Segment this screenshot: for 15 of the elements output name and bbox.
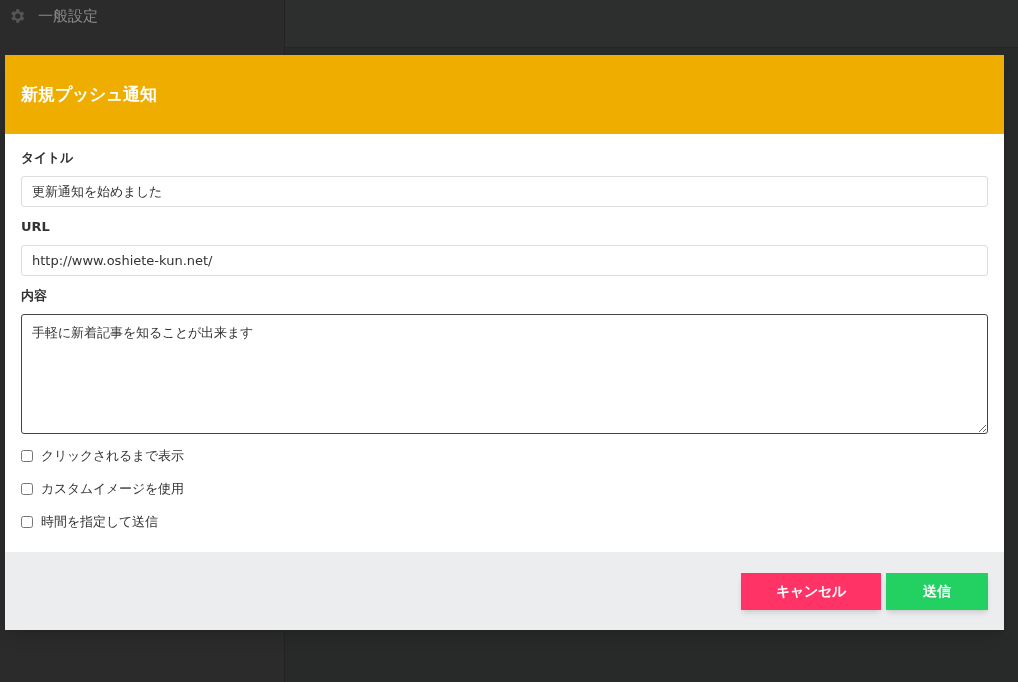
checkbox[interactable] xyxy=(21,516,33,528)
field-label: 内容 xyxy=(21,287,48,305)
content-field[interactable]: 手軽に新着記事を知ることが出来ます xyxy=(21,314,988,434)
dialog-title: 新規プッシュ通知 xyxy=(21,82,157,106)
cancel-button[interactable]: キャンセル xyxy=(741,572,881,610)
checkbox[interactable] xyxy=(21,483,33,495)
sidebar-item[interactable]: 一般設定 xyxy=(38,4,98,28)
input-field[interactable]: 更新通知を始めました xyxy=(21,176,988,207)
field-label: URL xyxy=(21,218,51,236)
checkbox[interactable] xyxy=(21,450,33,462)
option-label: クリックされるまで表示 xyxy=(41,447,184,466)
field-label: タイトル xyxy=(21,149,74,167)
input-field[interactable]: http://www.oshiete-kun.net/ xyxy=(21,245,988,276)
option-label: カスタムイメージを使用 xyxy=(41,480,184,499)
option-label: 時間を指定して送信 xyxy=(41,513,158,532)
